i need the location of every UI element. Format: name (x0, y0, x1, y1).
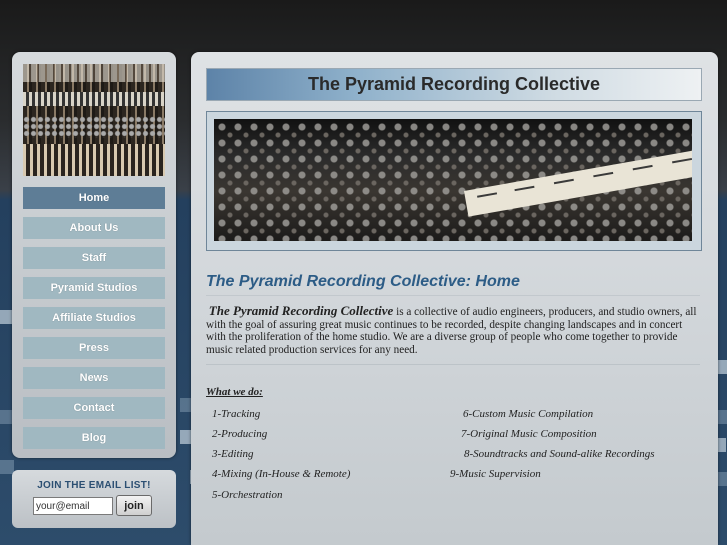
nav-item-affiliate-studios[interactable]: Affiliate Studios (23, 307, 165, 329)
hero-mixing-console-photo (214, 119, 692, 241)
nav-item-blog[interactable]: Blog (23, 427, 165, 449)
email-signup-title: JOIN THE EMAIL LIST! (37, 480, 151, 491)
join-button[interactable]: join (116, 495, 152, 516)
service-item: 1-Tracking (212, 408, 261, 420)
service-item: 4-Mixing (In-House & Remote) (212, 468, 351, 480)
nav-item-staff[interactable]: Staff (23, 247, 165, 269)
intro-paragraph: The Pyramid Recording Collective is a co… (206, 303, 702, 356)
nav-item-home[interactable]: Home (23, 187, 165, 209)
nav-item-press[interactable]: Press (23, 337, 165, 359)
content-divider (206, 364, 700, 365)
main-content: The Pyramid Recording Collective The Pyr… (191, 52, 718, 545)
nav-item-news[interactable]: News (23, 367, 165, 389)
sidebar-mixing-console-photo (23, 64, 165, 176)
service-item: 9-Music Supervision (450, 468, 541, 480)
nav-item-contact[interactable]: Contact (23, 397, 165, 419)
email-signup-box: JOIN THE EMAIL LIST! join (12, 470, 176, 528)
what-we-do-heading: What we do: (206, 386, 263, 398)
main-navigation: Home About Us Staff Pyramid Studios Affi… (23, 187, 165, 457)
site-header-bar: The Pyramid Recording Collective (206, 68, 702, 101)
sidebar: Home About Us Staff Pyramid Studios Affi… (12, 52, 176, 458)
service-item: 5-Orchestration (212, 489, 283, 501)
service-item: 8-Soundtracks and Sound-alike Recordings (464, 448, 655, 460)
nav-item-pyramid-studios[interactable]: Pyramid Studios (23, 277, 165, 299)
hero-photo-frame (206, 111, 702, 251)
site-title: The Pyramid Recording Collective (307, 74, 601, 94)
page-heading: The Pyramid Recording Collective: Home (206, 273, 700, 296)
email-input[interactable] (33, 497, 113, 515)
intro-brand-name: The Pyramid Recording Collective (208, 303, 394, 318)
nav-item-about-us[interactable]: About Us (23, 217, 165, 239)
service-item: 2-Producing (212, 428, 268, 440)
service-item: 7-Original Music Composition (461, 428, 597, 440)
service-item: 6-Custom Music Compilation (463, 408, 594, 420)
service-item: 3-Editing (212, 448, 254, 460)
